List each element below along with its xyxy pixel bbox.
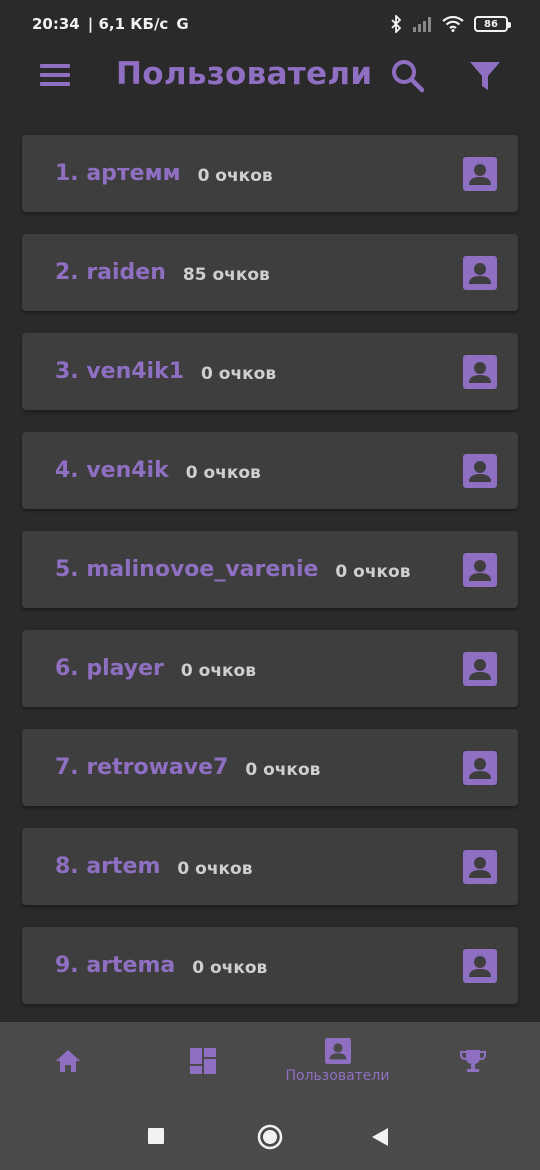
- user-name: 8. artem: [55, 854, 161, 879]
- trophy-icon: [459, 1050, 486, 1072]
- user-name: 3. ven4ik1: [55, 359, 185, 384]
- back-icon[interactable]: [372, 1128, 388, 1146]
- user-score: 0 очков: [201, 363, 277, 384]
- home-icon: [55, 1050, 80, 1072]
- status-left: 20:34 | 6,1 КБ/с G: [32, 15, 189, 33]
- nav-users-label: Пользователи: [285, 1068, 390, 1084]
- user-profile-icon[interactable]: [463, 355, 497, 389]
- user-name: 4. ven4ik: [55, 458, 169, 483]
- bottom-navigation: Пользователи: [0, 1022, 540, 1100]
- home-button-icon[interactable]: [257, 1124, 283, 1150]
- status-network-speed: | 6,1 КБ/с: [87, 15, 169, 33]
- user-name: 7. retrowave7: [55, 755, 229, 780]
- page-title: Пользователи: [116, 56, 373, 92]
- list-item[interactable]: 2. raiden 85 очков: [22, 234, 518, 311]
- user-profile-icon[interactable]: [463, 256, 497, 290]
- hamburger-menu-icon[interactable]: [40, 64, 70, 88]
- user-profile-icon[interactable]: [463, 652, 497, 686]
- nav-dashboard[interactable]: [135, 1022, 270, 1100]
- user-profile-icon[interactable]: [463, 454, 497, 488]
- signal-icon: [413, 17, 431, 32]
- user-name: 9. artema: [55, 953, 176, 978]
- user-score: 0 очков: [245, 759, 321, 780]
- battery-indicator: 86: [474, 16, 511, 32]
- nav-home[interactable]: [0, 1022, 135, 1100]
- user-profile-icon[interactable]: [463, 850, 497, 884]
- list-item[interactable]: 9. artema 0 очков: [22, 927, 518, 1004]
- user-score: 0 очков: [180, 660, 256, 681]
- system-navigation-bar: [0, 1100, 540, 1170]
- user-name: 2. raiden: [55, 260, 166, 285]
- nav-leaderboard[interactable]: [405, 1022, 540, 1100]
- list-item[interactable]: 4. ven4ik 0 очков: [22, 432, 518, 509]
- app-bar: Пользователи: [0, 48, 540, 108]
- search-icon[interactable]: [390, 58, 426, 94]
- user-profile-icon: [324, 1038, 351, 1064]
- battery-level: 86: [484, 18, 498, 30]
- user-profile-icon[interactable]: [463, 553, 497, 587]
- user-profile-icon[interactable]: [463, 751, 497, 785]
- user-name: 6. player: [55, 656, 164, 681]
- status-g-icon: G: [176, 15, 189, 33]
- dashboard-icon: [189, 1048, 216, 1074]
- user-name: 1. артемм: [55, 161, 181, 186]
- bluetooth-icon: [391, 15, 402, 33]
- user-score: 0 очков: [177, 858, 253, 879]
- wifi-icon: [442, 16, 464, 32]
- user-score: 0 очков: [185, 462, 261, 483]
- status-time: 20:34: [32, 15, 80, 33]
- list-item[interactable]: 7. retrowave7 0 очков: [22, 729, 518, 806]
- status-bar: 20:34 | 6,1 КБ/с G 86: [0, 0, 540, 48]
- user-score: 0 очков: [335, 561, 411, 582]
- status-right: 86: [390, 15, 511, 33]
- user-list: 1. артемм 0 очков 2. raiden 85 очков 3. …: [22, 135, 518, 1026]
- nav-users[interactable]: Пользователи: [270, 1022, 405, 1100]
- recent-apps-icon[interactable]: [148, 1128, 164, 1144]
- user-profile-icon[interactable]: [463, 157, 497, 191]
- list-item[interactable]: 8. artem 0 очков: [22, 828, 518, 905]
- user-profile-icon[interactable]: [463, 949, 497, 983]
- user-score: 0 очков: [192, 957, 268, 978]
- list-item[interactable]: 3. ven4ik1 0 очков: [22, 333, 518, 410]
- user-score: 0 очков: [197, 165, 273, 186]
- list-item[interactable]: 6. player 0 очков: [22, 630, 518, 707]
- user-name: 5. malinovoe_varenie: [55, 557, 319, 582]
- filter-icon[interactable]: [468, 58, 502, 94]
- list-item[interactable]: 5. malinovoe_varenie 0 очков: [22, 531, 518, 608]
- list-item[interactable]: 1. артемм 0 очков: [22, 135, 518, 212]
- user-score: 85 очков: [182, 264, 270, 285]
